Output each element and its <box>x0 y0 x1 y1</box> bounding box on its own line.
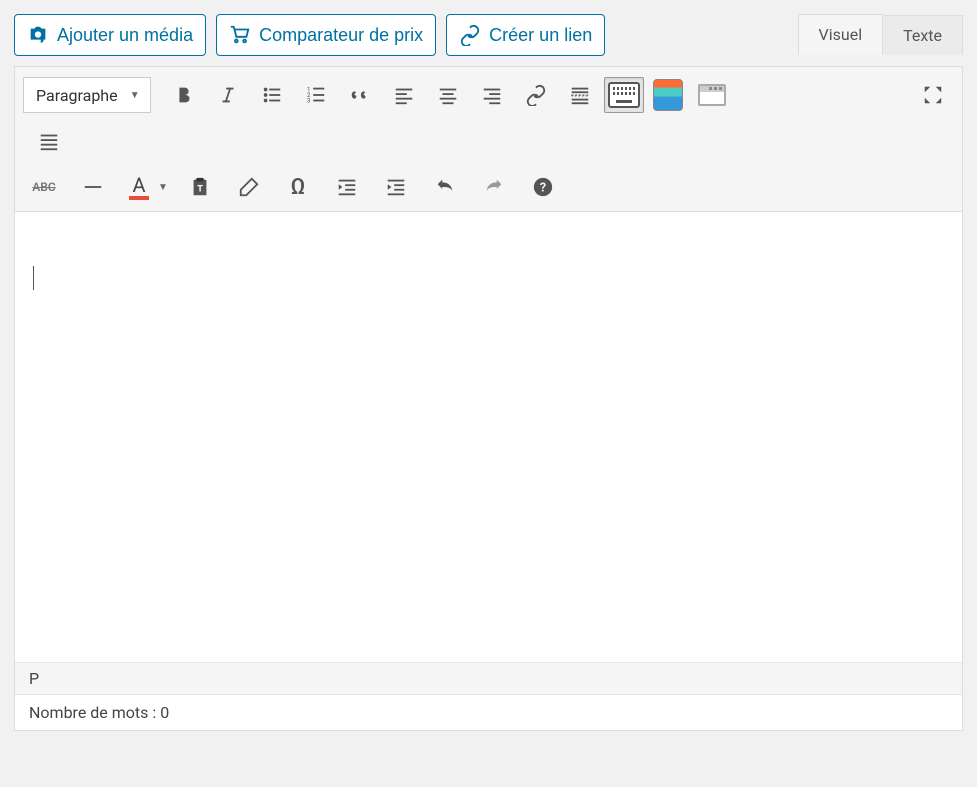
editor-panel: Paragraphe 123 <box>14 66 963 731</box>
special-character-button[interactable]: Ω <box>278 169 318 205</box>
word-count-bar: Nombre de mots : 0 <box>15 695 962 730</box>
bullet-list-button[interactable] <box>252 77 292 113</box>
tab-visual[interactable]: Visuel <box>798 14 884 55</box>
editor-mode-tabs: Visuel Texte <box>798 14 963 55</box>
strikethrough-button[interactable]: ABC <box>24 169 64 205</box>
editor-toolbar: Paragraphe 123 <box>15 67 962 212</box>
text-color-button[interactable]: A ▼ <box>125 169 173 205</box>
text-color-letter: A <box>132 175 145 195</box>
blockquote-button[interactable] <box>340 77 380 113</box>
align-center-icon <box>437 84 459 106</box>
outdent-icon <box>336 176 358 198</box>
italic-icon <box>217 84 239 106</box>
justify-button[interactable] <box>29 123 69 159</box>
align-left-button[interactable] <box>384 77 424 113</box>
help-icon: ? <box>532 176 554 198</box>
word-count-value: 0 <box>160 703 169 722</box>
window-icon <box>698 84 726 106</box>
media-buttons-group: Ajouter un média Comparateur de prix Cré… <box>14 14 605 56</box>
svg-text:T: T <box>197 185 203 195</box>
bold-button[interactable] <box>164 77 204 113</box>
fullscreen-button[interactable] <box>913 77 953 113</box>
toolbar-row-1b <box>23 119 954 163</box>
word-count-label: Nombre de mots : <box>29 703 156 722</box>
align-right-icon <box>481 84 503 106</box>
bullet-list-icon <box>261 84 283 106</box>
fullscreen-icon <box>922 84 944 106</box>
color-table-icon <box>653 79 683 111</box>
quote-icon <box>349 84 371 106</box>
align-center-button[interactable] <box>428 77 468 113</box>
text-color-dropdown[interactable]: ▼ <box>153 169 173 205</box>
paragraph-format-select[interactable]: Paragraphe <box>23 77 151 113</box>
window-button[interactable] <box>692 77 732 113</box>
italic-button[interactable] <box>208 77 248 113</box>
numbered-list-icon: 123 <box>305 84 327 106</box>
outdent-button[interactable] <box>327 169 367 205</box>
read-more-icon <box>569 84 591 106</box>
help-button[interactable]: ? <box>523 169 563 205</box>
insert-link-button[interactable] <box>516 77 556 113</box>
text-color-apply[interactable]: A <box>125 169 153 205</box>
keyboard-icon <box>608 82 640 108</box>
toolbar-toggle-button[interactable] <box>604 77 644 113</box>
toolbar-row-2: ABC A ▼ T Ω <box>23 165 954 209</box>
chain-link-icon <box>525 84 547 106</box>
add-media-label: Ajouter un média <box>57 25 193 46</box>
editor-content-area[interactable] <box>15 212 962 662</box>
bold-icon <box>173 84 195 106</box>
paste-text-button[interactable]: T <box>180 169 220 205</box>
price-compare-button[interactable]: Comparateur de prix <box>216 14 436 56</box>
align-right-button[interactable] <box>472 77 512 113</box>
omega-icon: Ω <box>291 175 306 200</box>
redo-icon <box>483 176 505 198</box>
clear-formatting-button[interactable] <box>229 169 269 205</box>
editor-top-row: Ajouter un média Comparateur de prix Cré… <box>14 14 963 56</box>
hr-icon <box>82 176 104 198</box>
price-compare-label: Comparateur de prix <box>259 25 423 46</box>
undo-icon <box>434 176 456 198</box>
toolbar-row-1: Paragraphe 123 <box>23 73 954 117</box>
eraser-icon <box>238 176 260 198</box>
create-link-button[interactable]: Créer un lien <box>446 14 605 56</box>
clipboard-t-icon: T <box>189 176 211 198</box>
read-more-button[interactable] <box>560 77 600 113</box>
horizontal-rule-button[interactable] <box>73 169 113 205</box>
text-cursor <box>33 266 34 290</box>
cart-icon <box>229 24 251 46</box>
redo-button[interactable] <box>474 169 514 205</box>
create-link-label: Créer un lien <box>489 25 592 46</box>
add-media-button[interactable]: Ajouter un média <box>14 14 206 56</box>
strikethrough-icon: ABC <box>32 180 55 194</box>
text-color-swatch <box>129 196 149 200</box>
tab-text[interactable]: Texte <box>882 15 963 55</box>
link-icon <box>459 24 481 46</box>
numbered-list-button[interactable]: 123 <box>296 77 336 113</box>
table-button[interactable] <box>648 77 688 113</box>
undo-button[interactable] <box>425 169 465 205</box>
align-left-icon <box>393 84 415 106</box>
format-select-label: Paragraphe <box>36 86 118 105</box>
svg-text:?: ? <box>540 181 546 196</box>
indent-button[interactable] <box>376 169 416 205</box>
camera-music-icon <box>27 24 49 46</box>
justify-icon <box>38 130 60 152</box>
indent-icon <box>385 176 407 198</box>
svg-text:3: 3 <box>306 96 310 104</box>
element-path-bar[interactable]: P <box>15 662 962 695</box>
